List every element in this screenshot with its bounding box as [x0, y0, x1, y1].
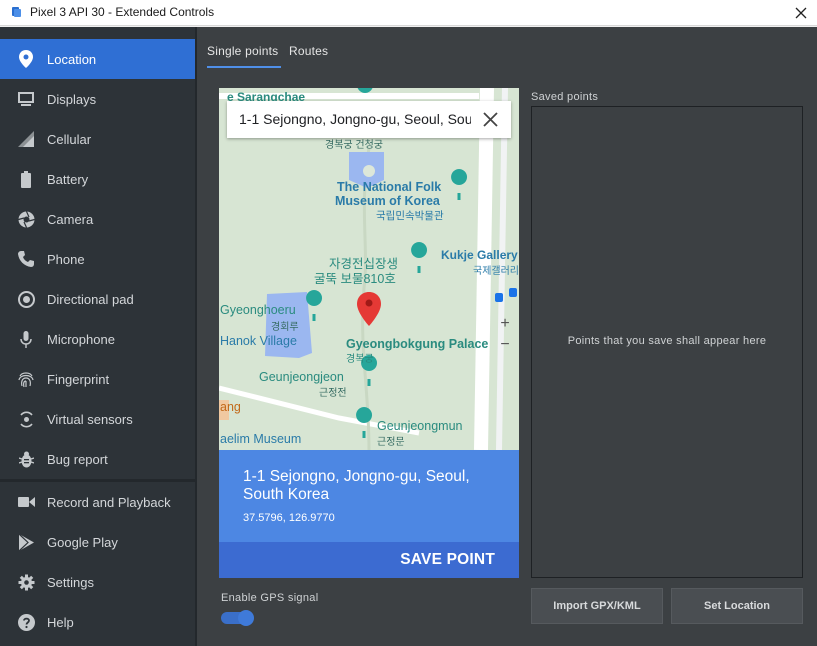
save-point-button[interactable]: SAVE POINT: [219, 542, 519, 578]
sidebar-item-label: Record and Playback: [47, 494, 171, 510]
sidebar-item-settings[interactable]: Settings: [0, 562, 195, 602]
map-label: ang: [220, 400, 241, 414]
sidebar-item-label: Help: [47, 614, 74, 630]
sidebar-item-location[interactable]: Location: [0, 39, 195, 79]
sidebar-item-bug-report[interactable]: Bug report: [0, 439, 195, 479]
sidebar-item-cellular[interactable]: Cellular: [0, 119, 195, 159]
location-panel: Single points Routes e Sarangchae 경복궁 건청…: [197, 27, 817, 646]
toggle-knob: [238, 610, 254, 626]
microphone-icon: [17, 330, 35, 348]
map-label: 국제갤러리: [473, 266, 519, 277]
sidebar-item-label: Location: [47, 51, 97, 67]
help-icon: [17, 613, 35, 631]
sidebar-item-help[interactable]: Help: [0, 602, 195, 642]
bug-icon: [17, 450, 35, 468]
zoom-out-button[interactable]: −: [497, 336, 513, 353]
sidebar-item-battery[interactable]: Battery: [0, 159, 195, 199]
map-label: 국립민속박물관: [376, 210, 444, 222]
sidebar-item-phone[interactable]: Phone: [0, 239, 195, 279]
map-label: 경회루: [271, 322, 299, 333]
sidebar-item-camera[interactable]: Camera: [0, 199, 195, 239]
sidebar-item-label: Cellular: [47, 131, 92, 147]
close-icon: [795, 7, 807, 19]
map-label: 경복궁 건청궁: [325, 140, 383, 151]
fingerprint-icon: [17, 370, 35, 388]
import-gpx-kml-button[interactable]: Import GPX/KML: [531, 588, 663, 624]
sidebar-item-label: Fingerprint: [47, 371, 110, 387]
sidebar-item-displays[interactable]: Displays: [0, 79, 195, 119]
sidebar-item-label: Directional pad: [47, 291, 134, 307]
map-label: Gyeongbokgung Palace: [346, 337, 489, 351]
video-camera-icon: [17, 493, 35, 511]
map-label: The National Folk: [337, 180, 442, 194]
location-pin-icon: [17, 50, 35, 68]
sidebar-item-label: Displays: [47, 91, 97, 107]
sidebar-item-google-play[interactable]: Google Play: [0, 522, 195, 562]
gps-signal-label: Enable GPS signal: [221, 592, 319, 604]
sidebar-item-fingerprint[interactable]: Fingerprint: [0, 359, 195, 399]
map-label: Gyeonghoeru: [220, 303, 296, 317]
tab-routes[interactable]: Routes: [289, 44, 328, 58]
map-label: 근정문: [377, 437, 405, 448]
map-view[interactable]: e Sarangchae 경복궁 건청궁 The National Folk M…: [219, 88, 519, 450]
map-label: aelim Museum: [220, 432, 302, 446]
map-label: 굴뚝 보물810호: [314, 272, 396, 286]
window-title: Pixel 3 API 30 - Extended Controls: [30, 5, 215, 19]
battery-icon: [17, 170, 35, 188]
sidebar-item-label: Camera: [47, 211, 94, 227]
sidebar-item-label: Bug report: [47, 451, 108, 467]
gear-icon: [17, 573, 35, 591]
sidebar-item-label: Settings: [47, 574, 94, 590]
location-search-input[interactable]: [239, 109, 471, 129]
map-label: 근정전: [319, 388, 347, 399]
location-coordinates: 37.5796, 126.9770: [243, 512, 335, 524]
set-location-button[interactable]: Set Location: [671, 588, 803, 624]
sidebar: Location Displays Cellular Battery Camer…: [0, 27, 197, 646]
emulator-app-icon: [12, 7, 21, 17]
clear-search-icon[interactable]: [482, 111, 499, 128]
sidebar-item-virtual-sensors[interactable]: Virtual sensors: [0, 399, 195, 439]
save-point-label: SAVE POINT: [400, 551, 495, 568]
sidebar-item-label: Virtual sensors: [47, 411, 133, 427]
rotate-device-icon: [17, 410, 35, 428]
map-label: 경복궁: [346, 354, 374, 365]
location-address: 1-1 Sejongno, Jongno-gu, Seoul, South Ko…: [243, 468, 470, 503]
title-bar: Pixel 3 API 30 - Extended Controls: [0, 0, 817, 26]
map-label: Geunjeongjeon: [259, 370, 344, 384]
map-label: Museum of Korea: [335, 194, 440, 208]
active-tab-indicator: [207, 66, 281, 68]
signal-icon: [17, 130, 35, 148]
phone-icon: [17, 250, 35, 268]
camera-aperture-icon: [17, 210, 35, 228]
sidebar-item-directional-pad[interactable]: Directional pad: [0, 279, 195, 319]
sidebar-item-label: Google Play: [47, 534, 118, 550]
close-window-button[interactable]: [785, 0, 817, 26]
tab-single-points[interactable]: Single points: [207, 44, 278, 58]
map-search-box: [227, 101, 511, 138]
zoom-in-button[interactable]: +: [497, 315, 513, 332]
map-label: Kukje Gallery: [441, 248, 518, 262]
dpad-icon: [17, 290, 35, 308]
map-label: Hanok Village: [220, 334, 297, 348]
map-label: Geunjeongmun: [377, 419, 463, 433]
sidebar-item-label: Microphone: [47, 331, 115, 347]
monitor-icon: [17, 90, 35, 108]
sidebar-item-record-and-playback[interactable]: Record and Playback: [0, 482, 195, 522]
sidebar-item-microphone[interactable]: Microphone: [0, 319, 195, 359]
saved-points-label: Saved points: [531, 91, 599, 103]
sidebar-item-label: Battery: [47, 171, 89, 187]
saved-points-list[interactable]: Points that you save shall appear here: [531, 106, 803, 578]
sidebar-item-label: Phone: [47, 251, 85, 267]
location-info-card: 1-1 Sejongno, Jongno-gu, Seoul, South Ko…: [219, 450, 519, 578]
saved-points-empty-text: Points that you save shall appear here: [567, 335, 767, 347]
play-store-icon: [17, 533, 35, 551]
gps-signal-toggle[interactable]: [221, 610, 254, 626]
